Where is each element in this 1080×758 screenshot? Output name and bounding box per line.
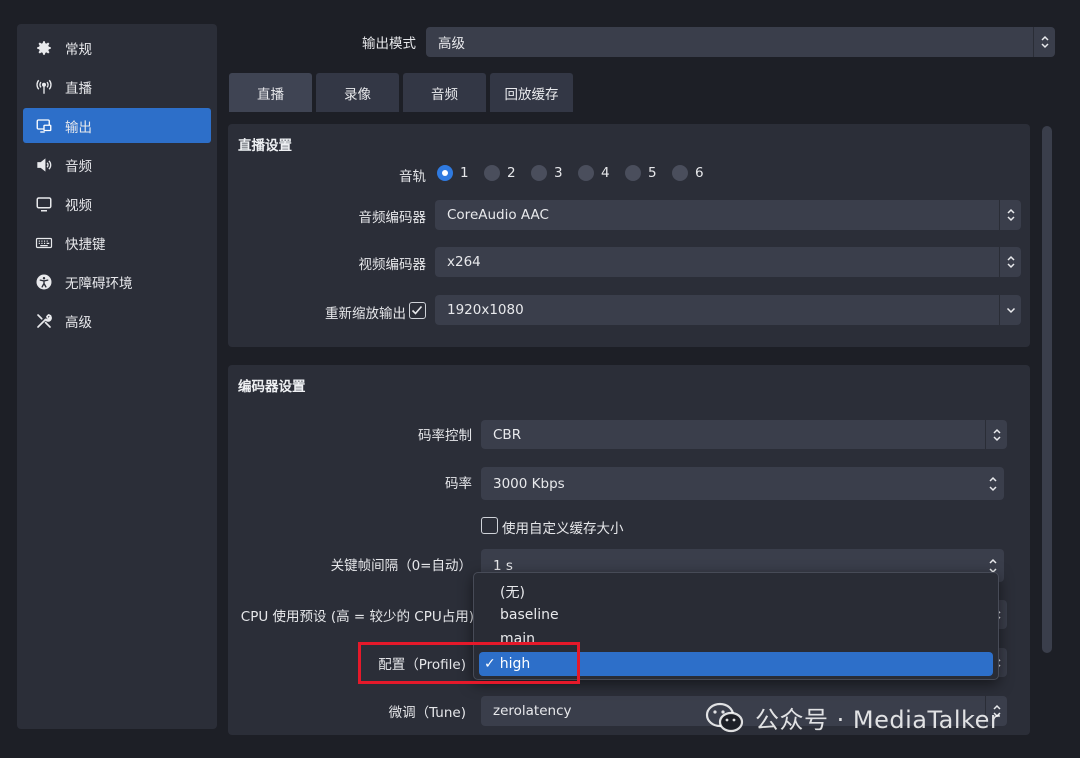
updown-chevron-icon: [985, 420, 1007, 449]
rate-control-label: 码率控制: [418, 428, 472, 444]
radio-dot: [484, 165, 500, 181]
radio-label: 6: [695, 165, 704, 181]
check-icon: [411, 305, 423, 315]
sidebar-item-label: 视频: [65, 197, 92, 214]
sidebar-item-advanced[interactable]: 高级: [23, 303, 211, 338]
video-encoder-select[interactable]: x264: [435, 247, 1021, 277]
tools-icon: [35, 312, 53, 330]
profile-option-baseline[interactable]: baseline: [500, 607, 559, 623]
sidebar-item-label: 常规: [65, 41, 92, 58]
watermark-text: 公众号 · MediaTalker: [755, 706, 1001, 734]
audio-encoder-select[interactable]: CoreAudio AAC: [435, 200, 1021, 230]
radio-label: 3: [554, 165, 563, 181]
radio-dot: [437, 165, 453, 181]
chevron-down-icon: [999, 295, 1021, 325]
speaker-icon: [35, 156, 53, 174]
track-radio-1[interactable]: 1: [437, 165, 469, 181]
bitrate-label: 码率: [445, 476, 472, 492]
antenna-icon: [35, 78, 53, 96]
radio-dot: [625, 165, 641, 181]
monitor-icon: [35, 195, 53, 213]
track-radio-6[interactable]: 6: [672, 165, 704, 181]
radio-label: 2: [507, 165, 516, 181]
encoder-settings-title: 编码器设置: [238, 379, 306, 395]
sidebar-item-label: 无障碍环境: [65, 275, 133, 292]
sidebar-item-output[interactable]: 输出: [23, 108, 211, 143]
track-radio-5[interactable]: 5: [625, 165, 657, 181]
track-radio-2[interactable]: 2: [484, 165, 516, 181]
keyboard-icon: [35, 234, 53, 252]
wechat-icon: [705, 702, 745, 734]
audio-encoder-label: 音频编码器: [358, 210, 427, 226]
sidebar-item-audio[interactable]: 音频: [23, 147, 211, 182]
bitrate-spinbox[interactable]: 3000 Kbps: [481, 467, 1004, 500]
sidebar-item-video[interactable]: 视频: [23, 186, 211, 221]
track-radio-4[interactable]: 4: [578, 165, 610, 181]
sidebar-item-stream[interactable]: 直播: [23, 69, 211, 104]
cpu-preset-label: CPU 使用预设 (高 = 较少的 CPU占用): [240, 609, 474, 625]
tab-stream[interactable]: 直播: [229, 73, 312, 112]
accessibility-icon: [35, 273, 53, 291]
track-radio-3[interactable]: 3: [531, 165, 563, 181]
tune-label: 微调（Tune): [388, 705, 466, 721]
tab-replay-buffer[interactable]: 回放缓存: [490, 73, 573, 112]
rescale-resolution-select[interactable]: 1920x1080: [435, 295, 1021, 325]
output-mode-value: 高级: [438, 36, 465, 52]
radio-dot: [672, 165, 688, 181]
tab-audio[interactable]: 音频: [403, 73, 486, 112]
profile-option-none[interactable]: (无): [500, 582, 525, 602]
sidebar-item-general[interactable]: 常规: [23, 30, 211, 65]
audio-encoder-value: CoreAudio AAC: [447, 207, 549, 223]
radio-label: 1: [460, 165, 469, 181]
radio-label: 5: [648, 165, 657, 181]
rescale-checkbox[interactable]: [409, 302, 426, 319]
rate-control-value: CBR: [493, 426, 522, 443]
watermark: 公众号 · MediaTalker: [705, 700, 1000, 735]
radio-dot: [531, 165, 547, 181]
updown-chevron-icon: [1033, 27, 1055, 57]
tune-value: zerolatency: [493, 703, 572, 719]
sidebar-item-label: 输出: [65, 119, 92, 136]
video-encoder-label: 视频编码器: [358, 257, 427, 273]
settings-sidebar: 常规 直播 输出 音频 视频 快捷键 无障碍环境 高级: [17, 24, 217, 729]
updown-chevron-icon: [999, 200, 1021, 230]
highlight-annotation-box: [358, 642, 580, 684]
sidebar-item-label: 快捷键: [65, 236, 106, 253]
custom-buffer-label: 使用自定义缓存大小: [502, 521, 624, 537]
tab-recording[interactable]: 录像: [316, 73, 399, 112]
custom-buffer-checkbox[interactable]: [481, 517, 498, 534]
updown-chevron-icon: [999, 247, 1021, 277]
gear-icon: [35, 39, 53, 57]
bitrate-value: 3000 Kbps: [493, 475, 565, 492]
sidebar-item-label: 直播: [65, 80, 92, 97]
sidebar-item-hotkeys[interactable]: 快捷键: [23, 225, 211, 260]
sidebar-item-label: 音频: [65, 158, 92, 175]
video-encoder-value: x264: [447, 254, 481, 270]
audio-track-label: 音轨: [399, 169, 426, 185]
output-mode-label: 输出模式: [362, 36, 416, 52]
rescale-resolution-value: 1920x1080: [447, 302, 524, 318]
output-icon: [35, 117, 53, 135]
sidebar-item-label: 高级: [65, 314, 92, 331]
vertical-scrollbar[interactable]: [1042, 126, 1052, 653]
stream-settings-title: 直播设置: [238, 138, 292, 154]
stepper-arrows-icon[interactable]: [982, 467, 1004, 500]
sidebar-item-accessibility[interactable]: 无障碍环境: [23, 264, 211, 299]
radio-dot: [578, 165, 594, 181]
rescale-output-label: 重新缩放输出: [325, 306, 406, 322]
radio-label: 4: [601, 165, 610, 181]
keyframe-interval-label: 关键帧间隔（0=自动）: [330, 558, 472, 574]
output-mode-select[interactable]: 高级: [426, 27, 1055, 57]
rate-control-select[interactable]: CBR: [481, 420, 1007, 449]
